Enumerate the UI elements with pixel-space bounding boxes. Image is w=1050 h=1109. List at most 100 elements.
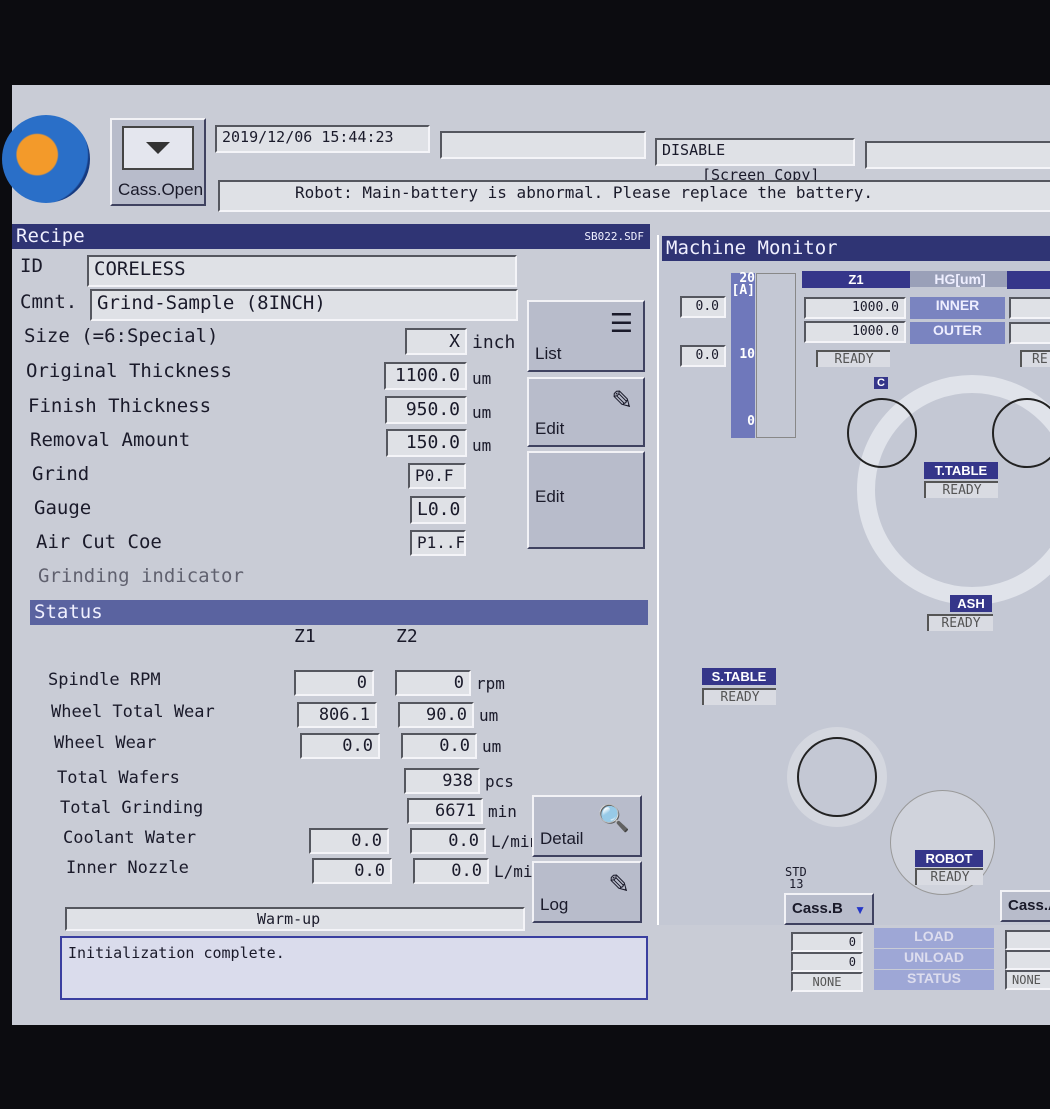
status-unit: min [488,802,517,821]
list-button[interactable]: ☰ List [527,300,645,372]
status-z1-value: 0 [294,670,374,696]
alarm-message: Robot: Main-battery is abnormal. Please … [218,180,1050,212]
edit-button-2[interactable]: Edit [527,451,645,549]
recipe-file: SB022.SDF [584,230,644,243]
unit: um [472,436,492,455]
gauge-field[interactable]: L0.0 [410,496,466,524]
logo-icon [2,115,90,203]
status-z2-value: 90.0 [398,702,474,728]
edit-button[interactable]: ✎ Edit [527,377,645,447]
status-z2-value: 0.0 [413,858,489,884]
t-table-state: READY [924,481,998,498]
z1-inner-field: 1000.0 [804,297,906,319]
cass-open-button[interactable]: Cass.Open [110,118,206,206]
status-row-label: Spindle RPM [48,670,161,690]
z1-state: READY [816,350,890,367]
magnifier-icon: 🔍 [597,803,630,833]
pencil-icon: ✎ [611,385,633,415]
mode-field: DISABLE [655,138,855,166]
status-unit: rpm [476,674,505,693]
id-field[interactable]: CORELESS [87,255,517,287]
outer-label: OUTER [910,322,1005,344]
recipe-title: Recipe SB022.SDF [12,224,650,249]
cmnt-label: Cmnt. [20,291,78,313]
wash-tag: ASH [950,595,992,612]
air-cut-field[interactable]: P1..F [410,530,466,556]
status-z2-value: 0.0 [410,828,486,854]
status-unit: um [479,706,499,725]
size-field[interactable]: X [405,328,467,355]
cass-open-label: Cass.Open [118,180,204,199]
status-button[interactable]: STATUS [874,970,994,990]
blank-field-1 [440,131,646,159]
std-number: 13 [789,877,804,891]
c-tag: C [874,377,888,389]
finish-thickness-field[interactable]: 950.0 [385,396,467,424]
removal-amount-field[interactable]: 150.0 [386,429,467,457]
status-z1-value: 0.0 [309,828,389,854]
status-z2-value: 0 [395,670,471,696]
status-z1-value: 0.0 [300,733,380,759]
ammeter-bar: 20 [A] 10 0 [731,272,755,438]
cass-b-count-2: 0 [791,952,863,972]
original-thickness-label: Original Thickness [26,360,232,382]
list-icon: ☰ [609,308,633,338]
unload-button[interactable]: UNLOAD [874,949,994,969]
cass-a-button[interactable]: Cass.A [1000,890,1050,922]
status-row-label: Total Grinding [60,798,204,818]
original-thickness-field[interactable]: 1100.0 [384,362,467,390]
log-button[interactable]: ✎ Log [532,861,642,923]
cass-b-count-1: 0 [791,932,863,952]
t-table-tag: T.TABLE [924,462,998,479]
machine-screen: Cass.Open 2019/12/06 15:44:23 DISABLE [S… [2,85,1050,1025]
z1-tag: Z1 [802,271,910,288]
blank-field-2 [865,141,1050,169]
inner-label: INNER [910,297,1005,319]
grind-label: Grind [32,463,90,485]
status-title: Status [30,600,648,625]
dropdown-icon: ▼ [854,903,866,917]
id-label: ID [20,255,43,277]
warmup-status: Warm-up [65,907,525,931]
unit: um [472,369,492,388]
machine-monitor-title: Machine Monitor [662,236,1050,261]
status-unit: pcs [485,772,514,791]
z2-state: RE [1020,350,1050,367]
cmnt-field[interactable]: Grind-Sample (8INCH) [90,289,518,321]
cass-b-button[interactable]: Cass.B ▼ [784,893,874,925]
log-icon: ✎ [608,869,630,899]
z1-outer-field: 1000.0 [804,321,906,343]
z2-inner-field [1009,297,1050,319]
status-z2-value: 6671 [407,798,483,824]
size-unit: inch [472,332,516,353]
grinding-indicator-label: Grinding indicator [38,565,244,587]
s-table-state: READY [702,688,776,705]
air-cut-label: Air Cut Coe [36,531,162,553]
robot-tag: ROBOT [915,850,983,867]
message-box: Initialization complete. [60,936,648,1000]
detail-button[interactable]: 🔍 Detail [532,795,642,857]
status-row-label: Wheel Wear [54,733,157,753]
unit: um [472,403,492,422]
datetime-field: 2019/12/06 15:44:23 [215,125,430,153]
cass-a-count-2 [1005,950,1050,970]
s-table-tag: S.TABLE [702,668,776,685]
status-unit: um [482,737,502,756]
s-table-chuck-icon [797,737,877,817]
status-row-label: Coolant Water [63,828,197,848]
robot-state: READY [915,868,983,885]
ammeter-track [756,273,796,438]
cass-a-state: NONE [1005,970,1050,990]
eject-icon [122,126,194,170]
status-z1-value: 0.0 [312,858,392,884]
z1-header: Z1 [294,626,316,647]
amp-z2: 0.0 [680,345,726,367]
load-button[interactable]: LOAD [874,928,994,948]
z2-header: Z2 [396,626,418,647]
grind-field[interactable]: P0.F [408,463,466,489]
finish-thickness-label: Finish Thickness [28,395,212,417]
z2-tag [1007,271,1050,289]
cass-a-count-1 [1005,930,1050,950]
chuck-z1-icon [847,398,917,468]
size-label: Size (=6:Special) [24,325,219,347]
